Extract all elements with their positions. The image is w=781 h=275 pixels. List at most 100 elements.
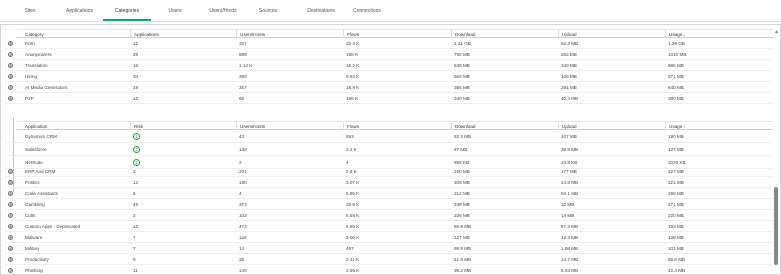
cell-2: 201 [239,169,247,174]
sort-descending-icon[interactable]: ↓ [682,124,686,129]
cell-0: Phishing [25,268,43,273]
expand-row-icon[interactable]: ⊕ [8,95,13,101]
category-row[interactable]: ⊕ AI Media Generators 19 357 18.9 K 386 MB 254… [5,82,773,93]
column-header-label: Flows [347,32,359,37]
cell-3: 25.5 K [346,202,360,207]
column-header-users-hosts[interactable]: Users/Hosts [236,30,343,38]
cell-0: Porn [25,41,35,46]
category-row[interactable]: ⊕ Code Assistants 8 4 5.95 K 214 MB 84.1 MB 298… [5,188,773,199]
cell-5: 254 MB [561,85,577,90]
risk-score-badge: 1 [133,133,140,141]
column-header-upload[interactable]: Upload [558,122,665,130]
cell-0: Dynamics CRM [25,134,57,139]
cell-2: 357 [239,85,247,90]
expand-row-icon[interactable]: ⊕ [8,267,13,273]
expand-row-icon[interactable]: ⊕ [8,234,13,240]
category-row[interactable]: ⊕ Anonymizers 28 599 158 K 755 MB 262 MB 1010 M… [5,49,773,60]
cell-2: 599 [239,52,247,57]
cell-3: 25.4 K [346,41,360,46]
cell-6: 985 MB [668,63,684,68]
tab-users-hosts[interactable]: Users/Hosts [203,0,243,21]
column-header-label: Users/Hosts [240,124,266,129]
category-row[interactable]: ⊕ Translation 16 1.14 K 18.2 K 636 MB 349 MB 98… [5,60,773,71]
column-header-applications[interactable]: Applications [130,30,236,38]
application-row[interactable]: Dynamics CRM 1 43 593 82.3 MB 107 MB 190 MB [5,130,773,143]
application-row[interactable]: Salesforce 2 138 2.2 K 97 MB 39.8 MB 137 MB [5,143,773,156]
column-header-label: Upload [562,32,577,37]
category-row[interactable]: ⊕ Gambling 45 373 25.5 K 239 MB 32 MB 271 MB [5,199,773,210]
tab-applications[interactable]: Applications [66,0,93,21]
column-header-application[interactable]: Application [22,122,130,130]
tab-users[interactable]: Users [161,0,189,21]
category-row[interactable]: ⊕ Military 7 14 497 99.8 MB 1.98 MB 101 MB [5,243,773,254]
column-header-usage[interactable]: Usage ↓ [665,30,773,38]
cell-4: 340 MB [454,96,470,101]
cell-1: 28 [133,52,139,57]
column-header-download[interactable]: Download [451,122,558,130]
cell-1: 12 [133,224,139,229]
tab-sources[interactable]: Sources [254,0,282,21]
cell-2: 149 [239,268,247,273]
expand-row-icon[interactable]: ⊕ [8,245,13,251]
cell-4: 36.2 MB [454,268,472,273]
scroll-thumb[interactable] [774,187,778,265]
tab-categories[interactable]: Categories [103,0,151,21]
column-header-users-hosts[interactable]: Users/Hosts [236,122,343,130]
category-row[interactable]: ⊕ Malware 7 126 3.06 K 127 MB 12.3 MB 139 MB [5,232,773,243]
column-header-download[interactable]: Download [451,30,558,38]
scroll-up-icon[interactable]: ▲ [774,29,779,35]
expand-row-icon[interactable]: ⊕ [8,223,13,229]
cell-3: 5.95 K [346,191,360,196]
category-row[interactable]: ⊕ Productivity 9 28 2.11 K 51.9 MB 14.7 MB 66.6… [5,254,773,265]
category-row[interactable]: ⊕ P2P 12 85 186 K 340 MB 40.4 MB 380 MB [5,93,773,104]
cell-6: 271 MB [668,202,684,207]
category-row[interactable]: ⊕ ERP And CRM 3 201 2.8 K 150 MB 177 MB 327 MB [5,166,773,177]
expand-row-icon[interactable]: ⊕ [8,73,13,79]
column-header-category[interactable]: Category [22,30,130,38]
column-header-label: Flows [347,124,359,129]
categories-panel: ▲ Category Applications Users/Hosts Flows Do… [0,24,781,275]
cell-5: 32 MB [561,202,575,207]
tab-connections[interactable]: Connections [349,0,385,21]
column-header-upload[interactable]: Upload [558,30,665,38]
category-row[interactable]: ⊕ Cults 3 103 5.59 K 206 MB 14 MB 220 MB [5,210,773,221]
cell-0: Custom Apps - Deprecated [25,224,81,229]
category-row[interactable]: ⊕ Porn 12 327 25.4 K 1.31 GB 83.3 MB 1.39 GB [5,38,773,49]
cell-6: 327 MB [668,169,684,174]
expand-row-icon[interactable]: ⊕ [8,212,13,218]
cell-2: 1.14 K [239,63,253,68]
expand-row-icon[interactable]: ⊕ [8,40,13,46]
tab-destinations[interactable]: Destinations [300,0,342,21]
expand-row-icon[interactable]: ⊕ [8,168,13,174]
column-header-flows[interactable]: Flows [343,122,451,130]
column-header-risk[interactable]: Risk [130,122,236,130]
category-row[interactable]: ⊕ Politics 12 180 3.07 K 306 MB 14.8 MB 321 MB [5,177,773,188]
column-header-usage[interactable]: Usage ↓ [665,122,773,130]
cell-6: 101 MB [668,246,684,251]
category-row[interactable]: ⊕ Phishing 11 149 2.59 K 36.2 MB 6.04 MB 42.4 M… [5,265,773,274]
scrollbar[interactable]: ▲ [774,29,779,274]
cell-5: 6.04 MB [561,268,579,273]
cell-5: 87.3 MB [561,224,579,229]
cell-4: 150 MB [454,169,470,174]
cell-5: 349 MB [561,63,577,68]
tab-sites[interactable]: Sites [19,0,41,21]
category-row[interactable]: ⊕ Hiring 34 393 9.64 K 565 MB 106 MB 671 MB [5,71,773,82]
column-header-flows[interactable]: Flows [343,30,451,38]
expand-row-icon[interactable]: ⊕ [8,256,13,262]
cell-0: Productivity [25,257,49,262]
expand-row-icon[interactable]: ⊕ [8,84,13,90]
expand-row-icon[interactable]: ⊕ [8,201,13,207]
cell-1: 2 [130,143,236,156]
column-header-label: Usage [669,124,683,129]
sort-descending-icon[interactable]: ↓ [682,32,686,37]
cell-0: Code Assistants [25,191,58,196]
column-header-label: Download [455,32,476,37]
expand-row-icon[interactable]: ⊕ [8,179,13,185]
expand-row-icon[interactable]: ⊕ [8,51,13,57]
expand-row-icon[interactable]: ⊕ [8,190,13,196]
cell-2: 28 [239,257,245,262]
category-row[interactable]: ⊕ Custom Apps - Deprecated 12 473 5.65 K 65.9… [5,221,773,232]
expand-row-icon[interactable]: ⊕ [8,62,13,68]
category-table-header: Category Applications Users/Hosts Flows Down… [17,29,773,38]
